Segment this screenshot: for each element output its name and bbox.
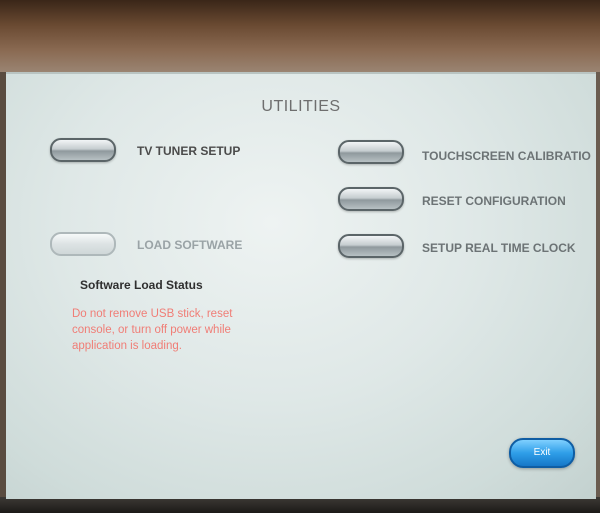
software-load-warning: Do not remove USB stick, reset console, … [72, 308, 233, 352]
software-load-status-heading: Software Load Status [80, 278, 203, 292]
page-title: UTILITIES [261, 98, 341, 115]
setup-real-time-clock-button[interactable] [338, 234, 404, 258]
load-software-button [50, 232, 116, 256]
touchscreen-calibration-label[interactable]: TOUCHSCREEN CALIBRATIO [422, 149, 591, 163]
tv-tuner-setup-label[interactable]: TV TUNER SETUP [137, 144, 240, 158]
reset-configuration-label[interactable]: RESET CONFIGURATION [422, 194, 566, 208]
device-bezel-right [596, 72, 600, 497]
exit-button[interactable]: Exit [509, 438, 575, 468]
tv-tuner-setup-button[interactable] [50, 138, 116, 162]
touchscreen-calibration-button[interactable] [338, 140, 404, 164]
setup-real-time-clock-label[interactable]: SETUP REAL TIME CLOCK [422, 241, 576, 255]
load-software-label: LOAD SOFTWARE [137, 238, 243, 252]
utilities-screen: UTILITIES TV TUNER SETUP LOAD SOFTWARE S… [6, 72, 596, 499]
device-bezel-bottom [0, 497, 600, 513]
reset-configuration-button[interactable] [338, 187, 404, 211]
device-bezel-top [0, 0, 600, 72]
